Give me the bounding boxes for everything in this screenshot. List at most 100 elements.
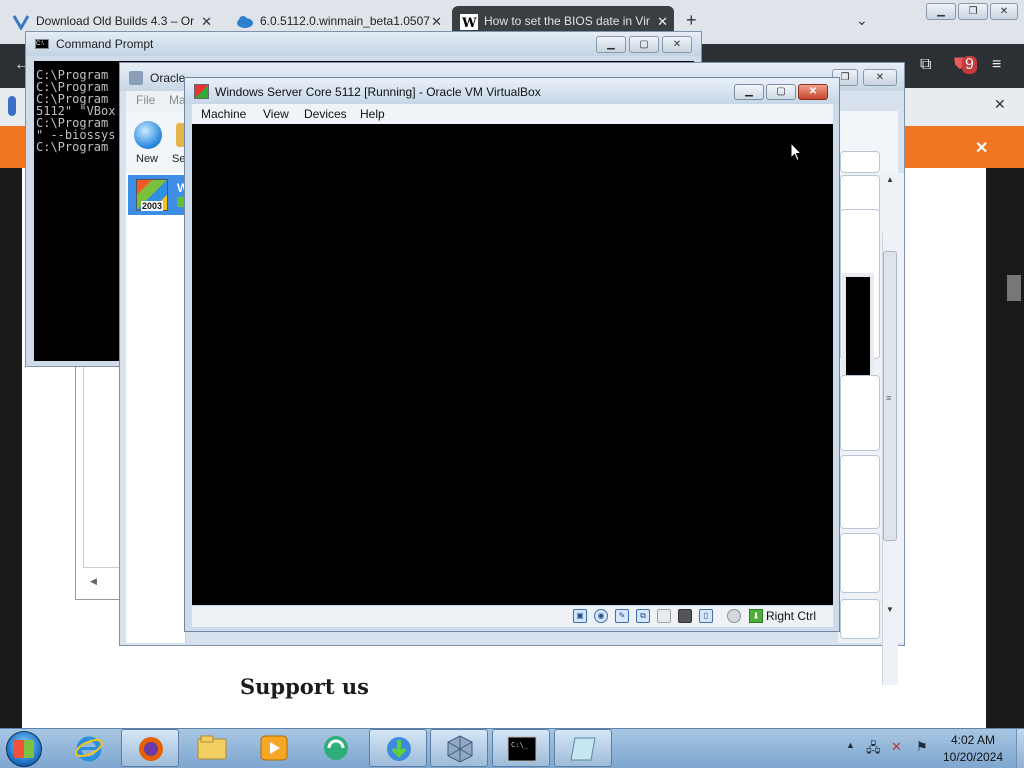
extensions-puzzle-icon[interactable]: ⧉ [920,56,931,74]
close-tab-icon[interactable]: ✕ [201,14,212,30]
cmd-minimize-button[interactable]: ▁ [596,36,626,53]
wikipedia-w-icon: W [460,14,478,30]
tray-overflow-arrow-icon[interactable]: ▲ [846,740,855,750]
cmd-maximize-button[interactable]: ▢ [629,36,659,53]
browser-restore-button[interactable]: ❐ [958,3,988,20]
cloud-icon [237,16,253,28]
details-section-storage [840,533,880,593]
network-icon[interactable]: ⧉ [636,609,650,623]
windows-2003-os-icon: 2003 [136,179,168,211]
taskbar-browser-app[interactable] [307,729,365,767]
cpu-activity-icon[interactable] [727,609,741,623]
support-us-heading: Support us [240,674,369,699]
taskbar-windows-explorer[interactable] [183,729,241,767]
page-scrollbar-thumb[interactable] [1007,275,1021,301]
details-section-display [840,455,880,529]
action-center-flag-icon[interactable]: ⚑ [916,739,928,755]
vm-window: Windows Server Core 5112 [Running] - Ora… [184,77,840,632]
scroll-down-arrow-icon[interactable]: ▼ [886,605,894,614]
background-panel-inner [83,365,121,568]
hamburger-menu-icon[interactable]: ≡ [992,56,1001,74]
virtualbox-icon [447,735,473,763]
banner-close-icon[interactable]: ✕ [975,138,988,158]
notepad-icon [570,737,596,761]
taskbar-virtualbox[interactable] [430,729,488,767]
network-tray-icon[interactable]: 🖧 [866,739,881,761]
media-player-icon [260,735,288,761]
close-tab-icon[interactable]: ✕ [657,14,668,30]
new-vm-icon[interactable] [134,121,162,149]
vm-menu-help[interactable]: Help [360,107,385,121]
vm-minimize-button[interactable]: ▁ [734,84,764,100]
browser-tab-label: How to set the BIOS date in Vir [484,14,650,28]
firefox-icon [139,737,163,761]
browser-app-icon [324,736,348,760]
browser-minimize-button[interactable]: ▁ [926,3,956,20]
tab-list-button[interactable]: ⌄ [856,12,868,29]
details-section-general [840,175,880,213]
usb-icon[interactable] [657,609,671,623]
vbm-close-button[interactable]: ✕ [863,69,897,86]
vm-menu-machine[interactable]: Machine [201,107,246,121]
volume-muted-icon[interactable]: ✕ [891,739,902,755]
taskbar-notepad[interactable] [554,729,612,767]
mouse-integration-icon[interactable]: ▯ [699,609,713,623]
video-capture-icon[interactable] [678,609,692,623]
page-gutter-left [0,168,22,728]
os-badge: 2003 [140,201,164,211]
details-tab-strip [840,151,880,173]
browser-tab-label: 6.0.5112.0.winmain_beta1.0507 [260,14,430,28]
vm-titlebar[interactable]: Windows Server Core 5112 [Running] - Ora… [185,78,839,104]
vbm-menu-file[interactable]: File [136,93,155,107]
internet-explorer-icon [75,736,103,762]
new-vm-label[interactable]: New [136,153,158,165]
download-manager-icon [387,737,411,761]
clock-date[interactable]: 10/20/2024 [930,750,1016,764]
taskbar-download-manager[interactable] [369,729,427,767]
cmd-titlebar[interactable]: C:\ Command Prompt ▁ ▢ ✕ [26,32,701,56]
vm-menu-devices[interactable]: Devices [304,107,347,121]
svg-text:C:\_: C:\_ [511,741,529,749]
taskbar-media-player[interactable] [245,729,303,767]
details-section-audio [840,599,880,639]
cmd-title: Command Prompt [56,37,154,51]
vm-window-title: Windows Server Core 5112 [Running] - Ora… [215,85,541,99]
folder-icon [197,735,227,760]
page-gutter-right [986,168,1024,728]
command-prompt-icon: C:\_ [507,736,537,762]
vbm-title: Oracle [150,71,186,85]
browser-close-button[interactable]: ✕ [990,3,1018,20]
windows-flag-icon [14,740,34,758]
host-key-arrow-icon: ⬇ [749,609,763,623]
vm-window-icon [194,84,209,99]
svg-text:W: W [461,16,477,30]
new-tab-button[interactable]: + [686,10,697,31]
shared-folder-icon[interactable]: ✎ [615,609,629,623]
taskbar-internet-explorer[interactable] [60,729,118,767]
info-bar-close-icon[interactable]: ✕ [994,96,1006,113]
close-tab-icon[interactable]: ✕ [431,14,442,30]
taskbar-command-prompt[interactable]: C:\_ [492,729,550,767]
extension-count-badge: 9 [962,56,977,74]
vm-list [126,173,186,643]
host-key-label[interactable]: Right Ctrl [766,609,816,623]
vm-display[interactable] [192,124,833,605]
show-desktop-button[interactable] [1016,729,1024,768]
clock-time[interactable]: 4:02 AM [930,733,1016,747]
optical-drive-icon[interactable]: ◉ [594,609,608,623]
scroll-left-arrow-icon[interactable]: ◀ [90,576,97,587]
info-bar-icon [8,96,16,116]
hard-disk-icon[interactable]: ▣ [573,609,587,623]
vm-close-button[interactable]: ✕ [798,84,828,100]
scrollbar-grip-icon: ≡ [886,393,892,403]
details-section-system [840,375,880,451]
virtualbox-site-icon [12,15,30,30]
scroll-up-arrow-icon[interactable]: ▲ [886,175,894,184]
virtualbox-cube-icon [129,71,143,85]
browser-tab-label: Download Old Builds 4.3 – Or [36,14,195,28]
cmd-app-icon: C:\ [35,39,49,49]
taskbar-firefox[interactable] [121,729,179,767]
cmd-close-button[interactable]: ✕ [662,36,692,53]
vm-menu-view[interactable]: View [263,107,289,121]
vm-maximize-button[interactable]: ▢ [766,84,796,100]
